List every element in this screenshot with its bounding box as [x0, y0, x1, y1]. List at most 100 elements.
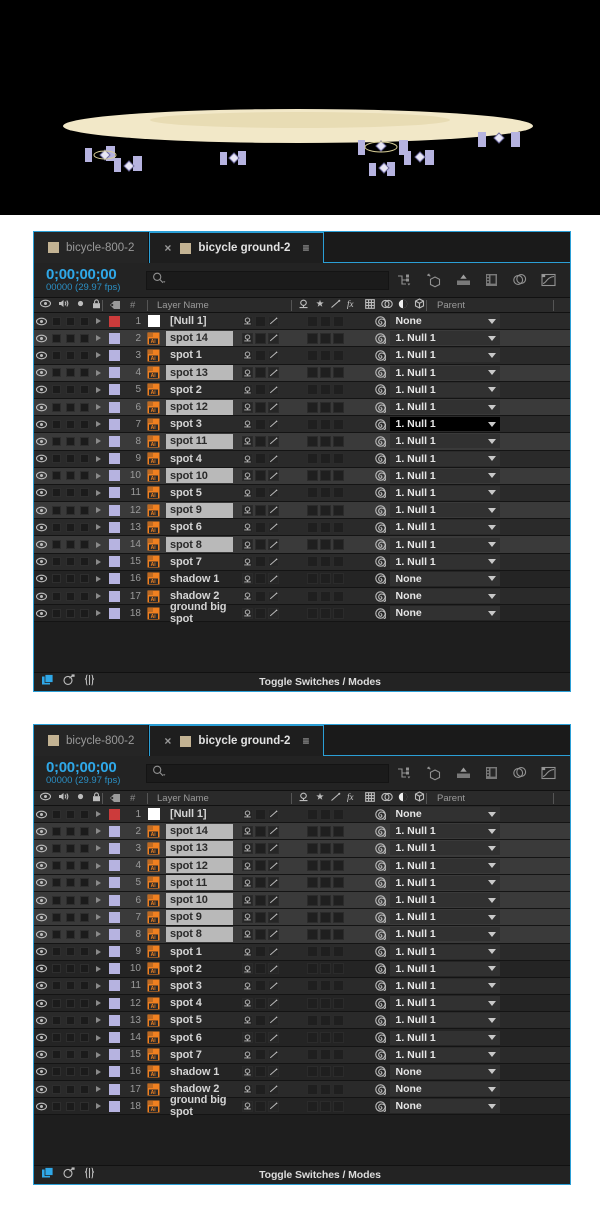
- frame-blend-switch[interactable]: [306, 1049, 318, 1061]
- table-row[interactable]: 5 Ai spot 11 1. Null 1: [34, 874, 570, 892]
- panel-menu-icon[interactable]: ≡: [302, 241, 309, 255]
- layer-audio-toggle[interactable]: [49, 368, 63, 378]
- panel-menu-icon[interactable]: ≡: [302, 734, 309, 748]
- layer-visibility-toggle[interactable]: [34, 368, 49, 377]
- layer-solo-toggle[interactable]: [63, 522, 77, 532]
- layer-audio-toggle[interactable]: [49, 1067, 63, 1077]
- layer-solo-toggle[interactable]: [63, 912, 77, 922]
- collapse-switch[interactable]: [254, 1083, 266, 1095]
- shy-switch[interactable]: [241, 963, 253, 975]
- collapse-switch[interactable]: [254, 877, 266, 889]
- layer-name-cell[interactable]: spot 14: [162, 330, 237, 346]
- 3d-layer-switch[interactable]: [332, 418, 344, 430]
- layer-visibility-toggle[interactable]: [34, 861, 49, 870]
- 3d-layer-switch[interactable]: [332, 808, 344, 820]
- frame-blend-icon[interactable]: [365, 298, 375, 312]
- table-row[interactable]: 7 Ai spot 9 1. Null 1: [34, 909, 570, 927]
- frame-blend-switch[interactable]: [306, 418, 318, 430]
- collapse-switch[interactable]: [254, 521, 266, 533]
- layer-label-color[interactable]: [106, 453, 123, 465]
- parent-dropdown[interactable]: None: [389, 314, 500, 329]
- quality-switch[interactable]: [267, 573, 279, 585]
- layer-audio-toggle[interactable]: [49, 505, 63, 515]
- layer-name-cell[interactable]: spot 12: [162, 858, 237, 874]
- motion-blur-icon[interactable]: [456, 766, 471, 780]
- frame-blend-switch[interactable]: [306, 1066, 318, 1078]
- frame-blend-icon[interactable]: [485, 766, 498, 780]
- layer-audio-toggle[interactable]: [49, 522, 63, 532]
- layer-visibility-toggle[interactable]: [34, 454, 49, 463]
- layer-audio-toggle[interactable]: [49, 488, 63, 498]
- frame-blend-switch[interactable]: [306, 332, 318, 344]
- 3d-layer-switch[interactable]: [332, 556, 344, 568]
- layer-name-cell[interactable]: [Null 1]: [162, 807, 237, 822]
- shy-icon[interactable]: [298, 792, 309, 805]
- tab-active-1[interactable]: × bicycle ground-2 ≡: [149, 231, 325, 263]
- layer-lock-toggle[interactable]: [77, 1101, 91, 1111]
- collapse-switch[interactable]: [254, 453, 266, 465]
- parent-pickwhip-icon[interactable]: [371, 504, 390, 516]
- motion-blur-switch[interactable]: [319, 980, 331, 992]
- layer-audio-toggle[interactable]: [49, 591, 63, 601]
- frame-blend-switch[interactable]: [306, 928, 318, 940]
- 3d-layer-switch[interactable]: [332, 842, 344, 854]
- layer-label-color[interactable]: [106, 539, 123, 551]
- layer-audio-toggle[interactable]: [49, 843, 63, 853]
- parent-pickwhip-icon[interactable]: [371, 1101, 390, 1112]
- layer-audio-toggle[interactable]: [49, 998, 63, 1008]
- collapse-switch[interactable]: [254, 980, 266, 992]
- layer-solo-toggle[interactable]: [63, 419, 77, 429]
- layer-label-color[interactable]: [106, 877, 123, 889]
- 3d-layer-switch[interactable]: [332, 997, 344, 1009]
- quality-switch[interactable]: [267, 384, 279, 396]
- layer-audio-toggle[interactable]: [49, 419, 63, 429]
- table-row[interactable]: 15 Ai spot 7 1. Null 1: [34, 1046, 570, 1064]
- parent-dropdown[interactable]: 1. Null 1: [389, 400, 500, 415]
- quality-switch[interactable]: [267, 539, 279, 551]
- quality-switch[interactable]: [267, 607, 279, 619]
- shy-switch[interactable]: [241, 521, 253, 533]
- parent-pickwhip-icon[interactable]: [371, 946, 390, 958]
- shy-switch[interactable]: [241, 332, 253, 344]
- collapse-switch[interactable]: [254, 1049, 266, 1061]
- layer-lock-toggle[interactable]: [77, 878, 91, 888]
- shy-switch[interactable]: [241, 453, 253, 465]
- motion-blur-switch[interactable]: [319, 435, 331, 447]
- parent-dropdown[interactable]: 1. Null 1: [389, 1030, 500, 1045]
- motion-blur-switch[interactable]: [319, 539, 331, 551]
- parent-pickwhip-icon[interactable]: [371, 315, 390, 327]
- expand-layer-triangle[interactable]: [91, 404, 106, 411]
- layer-audio-toggle[interactable]: [49, 861, 63, 871]
- collapse-switch[interactable]: [254, 607, 266, 619]
- parent-pickwhip-icon[interactable]: [371, 877, 390, 889]
- table-row[interactable]: 9 Ai spot 1 1. Null 1: [34, 943, 570, 961]
- 3d-layer-switch[interactable]: [332, 1032, 344, 1044]
- search-input[interactable]: [146, 763, 389, 783]
- collapse-switch[interactable]: [254, 418, 266, 430]
- motion-blur-switch[interactable]: [319, 928, 331, 940]
- collapse-switch[interactable]: [254, 590, 266, 602]
- table-row[interactable]: 16 Ai shadow 1 None: [34, 1063, 570, 1081]
- layer-name-cell[interactable]: spot 5: [162, 1013, 237, 1028]
- layer-lock-toggle[interactable]: [77, 1050, 91, 1060]
- layer-visibility-toggle[interactable]: [34, 1102, 49, 1111]
- expand-layer-triangle[interactable]: [91, 828, 106, 835]
- 3d-layer-icon[interactable]: [414, 791, 425, 805]
- shy-switch[interactable]: [241, 539, 253, 551]
- layer-solo-toggle[interactable]: [63, 454, 77, 464]
- quality-switch[interactable]: [267, 435, 279, 447]
- parent-pickwhip-icon[interactable]: [371, 608, 390, 619]
- motion-blur-switch[interactable]: [319, 418, 331, 430]
- frame-blend-switch[interactable]: [306, 980, 318, 992]
- motion-blur-switch[interactable]: [319, 911, 331, 923]
- layer-audio-toggle[interactable]: [49, 981, 63, 991]
- 3d-layer-switch[interactable]: [332, 1066, 344, 1078]
- eye-icon[interactable]: [39, 792, 52, 804]
- layer-name-cell[interactable]: spot 1: [162, 348, 237, 363]
- layer-lock-toggle[interactable]: [77, 350, 91, 360]
- expand-layer-triangle[interactable]: [91, 1103, 106, 1110]
- quality-switch[interactable]: [267, 556, 279, 568]
- table-row[interactable]: 14 Ai spot 8 1. Null 1: [34, 536, 570, 554]
- quality-switch[interactable]: [267, 980, 279, 992]
- layer-label-color[interactable]: [106, 860, 123, 872]
